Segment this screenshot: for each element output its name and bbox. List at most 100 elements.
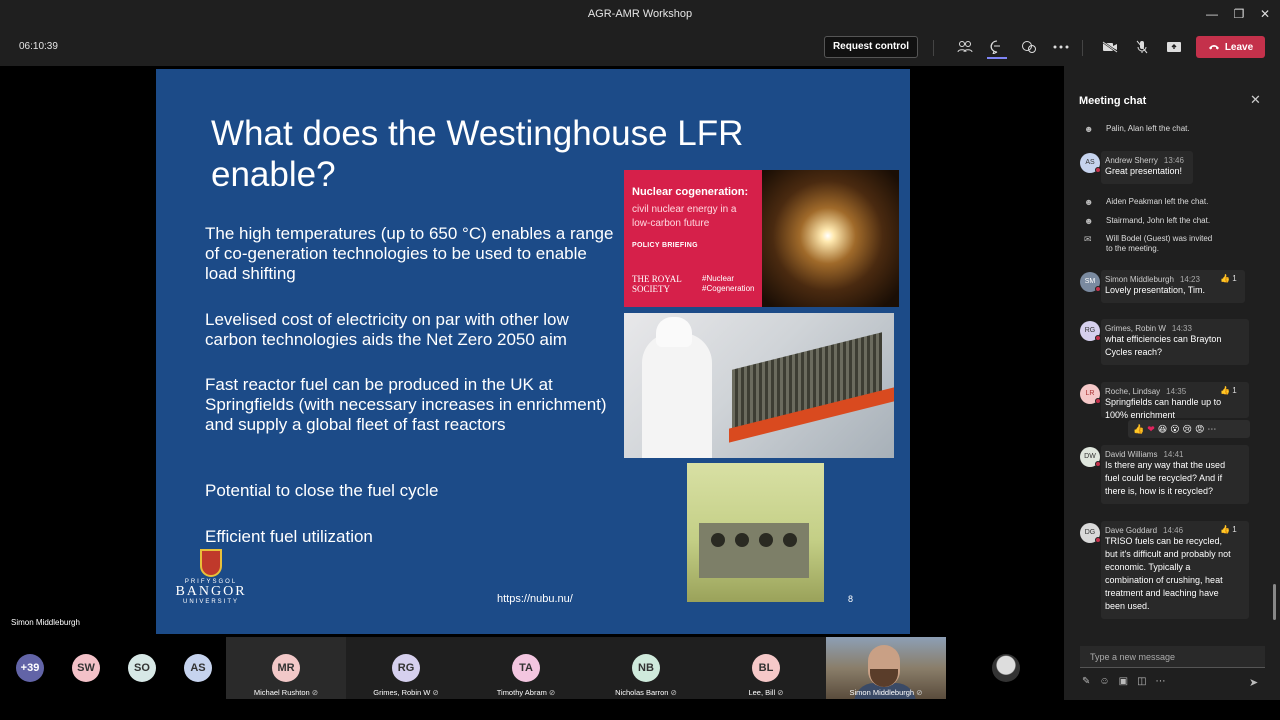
more-options-icon[interactable]	[1050, 37, 1072, 57]
leave-button[interactable]: Leave	[1196, 36, 1265, 58]
person-left-icon: ☻	[1084, 197, 1094, 207]
presenter-video-tile[interactable]: Simon Middleburgh ⊘	[826, 637, 946, 699]
restore-icon[interactable]: ❐	[1226, 4, 1252, 24]
close-window-icon[interactable]: ✕	[1252, 4, 1278, 24]
laugh-icon[interactable]: 😆	[1158, 424, 1167, 435]
like-count: 1	[1232, 386, 1237, 395]
window-title: AGR-AMR Workshop	[587, 8, 693, 20]
more-compose-icon[interactable]: ⋯	[1156, 676, 1166, 687]
heart-icon[interactable]: ❤	[1147, 424, 1155, 435]
like-reaction[interactable]: 👍 1	[1220, 274, 1237, 283]
angry-icon[interactable]: 😡	[1195, 424, 1204, 435]
reaction-picker: 👍 ❤ 😆 😮 😢 😡 ⋯	[1128, 420, 1250, 438]
mic-off-icon: ⊘	[916, 688, 923, 697]
toolbar-divider	[933, 40, 934, 56]
person-left-icon: ☻	[1084, 216, 1094, 226]
technician-figure	[642, 333, 712, 458]
system-message: ☻ Palin, Alan left the chat.	[1084, 124, 1190, 134]
avatar[interactable]: SO	[128, 654, 156, 682]
chat-message[interactable]: AS Andrew Sherry 13:46 Great presentation…	[1080, 151, 1250, 184]
bangor-logo-suffix: UNIVERSITY	[182, 599, 239, 605]
avatar-photo[interactable]	[992, 654, 1020, 682]
meeting-toolbar: 06:10:39 Request control Leave	[0, 28, 1280, 66]
hot-cell-facility-photo	[687, 463, 824, 602]
thumbs-up-icon[interactable]: 👍	[1133, 424, 1144, 435]
chat-message[interactable]: DW David Williams 14:41 Is there any way …	[1080, 445, 1250, 504]
emoji-icon[interactable]: ☺	[1099, 676, 1109, 687]
thumbs-up-icon: 👍	[1220, 525, 1230, 534]
chat-message[interactable]: DG Dave Goddard 14:46 TRISO fuels can be …	[1080, 521, 1250, 619]
message-time: 13:46	[1163, 156, 1184, 165]
gif-icon[interactable]: ▣	[1119, 676, 1128, 687]
presentation-slide: What does the Westinghouse LFR enable? T…	[156, 69, 910, 634]
share-screen-icon[interactable]	[1163, 37, 1185, 57]
royal-society-logo: THE ROYAL SOCIETY	[632, 274, 682, 294]
briefing-title: Nuclear cogeneration:	[632, 186, 749, 198]
thumbs-up-icon: 👍	[1220, 386, 1230, 395]
camera-off-icon[interactable]	[1099, 37, 1121, 57]
avatar: RG	[1080, 321, 1101, 341]
avatar: NB	[632, 654, 660, 682]
avatar: LR	[1080, 384, 1101, 404]
briefing-subtitle: civil nuclear energy in a low-carbon fut…	[632, 204, 737, 229]
slide-bullet: Potential to close the fuel cycle	[205, 481, 439, 500]
slide-url: https://nubu.nu/	[497, 593, 573, 605]
minimize-icon[interactable]: —	[1199, 4, 1225, 24]
slide-bullet: The high temperatures (up to 650 °C) ena…	[205, 224, 614, 283]
format-icon[interactable]: ✎	[1082, 676, 1090, 687]
participant-tile[interactable]: NB Nicholas Barron ⊘	[586, 637, 706, 699]
system-message-text: Aiden Peakman left the chat.	[1106, 197, 1209, 206]
shared-content-stage: What does the Westinghouse LFR enable? T…	[0, 66, 1064, 636]
avatar[interactable]: AS	[184, 654, 212, 682]
request-control-button[interactable]: Request control	[824, 36, 918, 58]
message-author: Simon Middleburgh	[1105, 275, 1174, 284]
send-icon[interactable]: ➤	[1249, 676, 1258, 689]
participant-tile[interactable]: MR Michael Rushton ⊘	[226, 637, 346, 699]
hot-cell-port	[783, 533, 797, 547]
participants-icon[interactable]	[954, 37, 976, 57]
surprised-icon[interactable]: 😮	[1170, 424, 1179, 435]
avatar[interactable]: SW	[72, 654, 100, 682]
mic-off-icon: ⊘	[311, 688, 319, 697]
participant-tile[interactable]: RG Grimes, Robin W ⊘	[346, 637, 466, 699]
meeting-timer: 06:10:39	[19, 41, 58, 52]
chat-scrollbar[interactable]	[1273, 584, 1276, 620]
participant-name: Timothy Abram ⊘	[496, 688, 556, 697]
chat-message[interactable]: RG Grimes, Robin W 14:33 what efficiencie…	[1080, 319, 1250, 365]
like-reaction[interactable]: 👍 1	[1220, 386, 1237, 395]
message-author: Andrew Sherry	[1105, 156, 1158, 165]
mic-off-icon[interactable]	[1131, 37, 1153, 57]
avatar: BL	[752, 654, 780, 682]
chat-message[interactable]: LR Roche, Lindsay 14:35 Springfields can …	[1080, 382, 1250, 418]
sad-icon[interactable]: 😢	[1183, 424, 1192, 435]
leave-label: Leave	[1224, 41, 1254, 53]
slide-bullet: Efficient fuel utilization	[205, 527, 373, 546]
more-reactions-icon[interactable]: ⋯	[1207, 424, 1216, 435]
participant-name: Grimes, Robin W ⊘	[373, 688, 439, 697]
message-time: 14:41	[1163, 450, 1184, 459]
close-chat-icon[interactable]: ✕	[1250, 92, 1261, 108]
avatar: DG	[1080, 523, 1101, 543]
system-message-text: Will Bodel (Guest) was invited to the me…	[1106, 234, 1213, 253]
more-participants-badge[interactable]: +39	[16, 654, 44, 682]
fuel-assembly-photo	[624, 313, 894, 458]
chat-message[interactable]: SM Simon Middleburgh 14:23 Lovely present…	[1080, 270, 1250, 303]
reactions-icon[interactable]	[1018, 37, 1040, 57]
like-reaction[interactable]: 👍 1	[1220, 525, 1237, 534]
compose-toolbar: ✎ ☺ ▣ ◫ ⋯	[1082, 676, 1166, 687]
message-input[interactable]	[1080, 646, 1265, 667]
chat-icon[interactable]	[986, 37, 1008, 57]
avatar: AS	[1080, 153, 1101, 173]
message-author: David Williams	[1105, 450, 1158, 459]
message-compose-box[interactable]	[1080, 646, 1265, 668]
mic-off-icon: ⊘	[777, 688, 784, 697]
participant-tile[interactable]: TA Timothy Abram ⊘	[466, 637, 586, 699]
message-bubble: Dave Goddard 14:46 TRISO fuels can be rec…	[1101, 521, 1249, 619]
avatar: MR	[272, 654, 300, 682]
royal-society-briefing-image: Nuclear cogeneration: civil nuclear ener…	[624, 170, 899, 307]
avatar: RG	[392, 654, 420, 682]
participant-tile[interactable]: BL Lee, Bill ⊘	[706, 637, 826, 699]
sticker-icon[interactable]: ◫	[1137, 676, 1146, 687]
avatar: DW	[1080, 447, 1101, 467]
system-message-text: Stairmand, John left the chat.	[1106, 216, 1211, 225]
